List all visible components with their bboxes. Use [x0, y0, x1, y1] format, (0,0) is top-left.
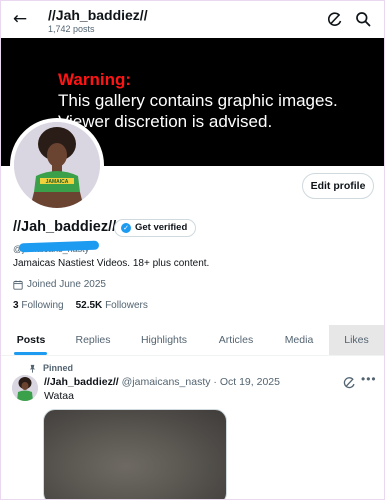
tab-articles[interactable]: Articles [203, 325, 269, 355]
grok-icon[interactable] [343, 376, 356, 389]
post-count: 1,742 posts [48, 24, 95, 34]
tab-highlights[interactable]: Highlights [125, 325, 203, 355]
verified-check-icon: ✓ [121, 223, 131, 233]
profile-handle: @jamaicans_nasty [13, 239, 100, 254]
profile-bio: Jamaicas Nastiest Videos. 18+ plus conte… [13, 258, 210, 269]
avatar-shirt-text: JAMAICA [46, 179, 69, 185]
followers-link[interactable]: 52.5K Followers [76, 300, 148, 311]
joined-date: Joined June 2025 [13, 279, 106, 291]
post-separator: · [213, 376, 217, 388]
banner-warning-text: This gallery contains graphic images. Vi… [58, 90, 358, 132]
profile-page: ← //Jah_baddiez// 1,742 posts Warning: T… [0, 0, 385, 500]
post-author-avatar[interactable] [12, 375, 38, 401]
pinned-label: Pinned [43, 363, 74, 373]
get-verified-button[interactable]: ✓ Get verified [114, 219, 197, 237]
banner-warning-title: Warning: [58, 70, 132, 89]
banner-warning-line2: Viewer discretion is advised. [58, 112, 273, 131]
post-media-blurred[interactable] [43, 409, 227, 499]
pinned-indicator: Pinned [28, 363, 73, 373]
post-text: Wataa [44, 390, 74, 402]
active-tab-indicator [14, 352, 47, 355]
arrow-left-icon[interactable]: ← [11, 10, 29, 28]
tab-likes[interactable]: Likes [329, 325, 384, 355]
search-icon[interactable] [355, 11, 371, 27]
avatar[interactable]: JAMAICA [10, 118, 104, 212]
post-date[interactable]: Oct 19, 2025 [220, 376, 280, 388]
post-author-name[interactable]: //Jah_baddiez// [44, 376, 119, 388]
following-link[interactable]: 3 Following [13, 300, 64, 311]
banner-warning-line1: This gallery contains graphic images. [58, 91, 338, 110]
profile-name: //Jah_baddiez// [13, 219, 117, 235]
tab-replies[interactable]: Replies [61, 325, 125, 355]
post-header: //Jah_baddiez// @jamaicans_nasty · Oct 1… [44, 376, 280, 388]
following-label: Following [21, 300, 64, 311]
profile-tabs: Posts Replies Highlights Articles Media … [1, 325, 384, 356]
calendar-icon [13, 280, 23, 290]
avatar-image: JAMAICA [14, 122, 100, 208]
followers-count: 52.5K [75, 300, 103, 311]
followers-label: Followers [105, 300, 148, 311]
tab-media[interactable]: Media [269, 325, 329, 355]
post-author-handle[interactable]: @jamaicans_nasty [122, 376, 211, 388]
pin-icon [29, 364, 36, 373]
tab-posts[interactable]: Posts [1, 325, 61, 355]
edit-profile-button[interactable]: Edit profile [302, 173, 374, 199]
following-count: 3 [13, 300, 19, 311]
grok-icon[interactable] [327, 11, 343, 27]
top-header: ← //Jah_baddiez// 1,742 posts [1, 1, 384, 38]
more-horizontal-icon[interactable]: ••• [361, 373, 377, 386]
joined-label: Joined June 2025 [27, 279, 106, 290]
follow-stats: 3 Following 52.5K Followers [13, 300, 148, 312]
header-title: //Jah_baddiez// [48, 7, 148, 23]
get-verified-label: Get verified [135, 222, 188, 233]
